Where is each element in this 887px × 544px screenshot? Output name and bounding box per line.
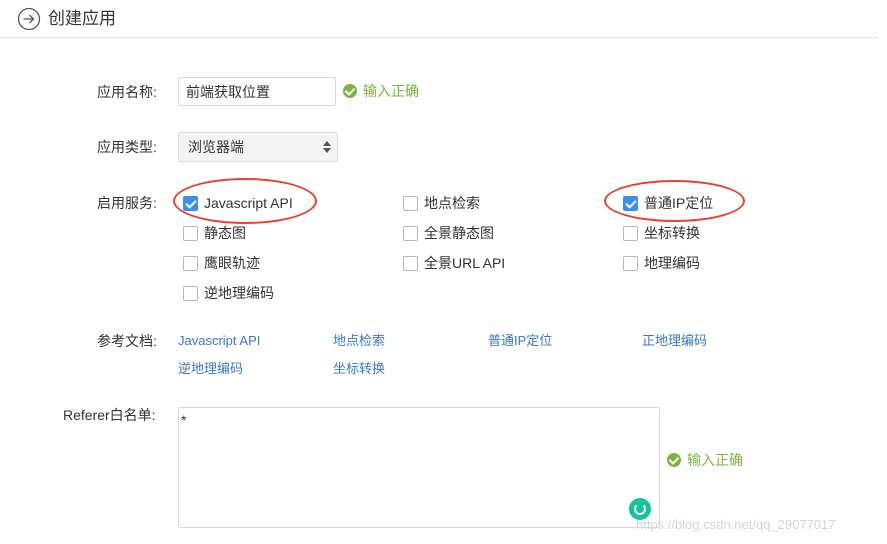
service-label: Javascript API bbox=[204, 195, 293, 211]
service-panorama-static[interactable]: 全景静态图 bbox=[403, 224, 494, 242]
service-label: 地点检索 bbox=[424, 195, 480, 211]
service-ip-location[interactable]: 普通IP定位 bbox=[623, 194, 713, 212]
service-label: 静态图 bbox=[204, 225, 246, 241]
select-arrows-icon bbox=[323, 141, 331, 153]
service-label: 普通IP定位 bbox=[644, 195, 714, 211]
checkbox-icon[interactable] bbox=[183, 225, 198, 241]
page-header: 创建应用 bbox=[0, 0, 878, 38]
doc-link-reverse-geocoding[interactable]: 逆地理编码 bbox=[178, 361, 243, 377]
checkbox-icon[interactable] bbox=[403, 255, 418, 271]
checkbox-icon[interactable] bbox=[623, 225, 638, 241]
service-label: 逆地理编码 bbox=[204, 285, 274, 301]
check-circle-icon bbox=[667, 453, 681, 467]
service-place-search[interactable]: 地点检索 bbox=[403, 194, 480, 212]
app-name-valid-msg: 输入正确 bbox=[343, 82, 419, 100]
doc-link-javascript-api[interactable]: Javascript API bbox=[178, 333, 260, 349]
checkbox-checked-icon[interactable] bbox=[183, 195, 198, 211]
checkbox-icon[interactable] bbox=[403, 225, 418, 241]
app-type-label: 应用类型: bbox=[97, 139, 157, 155]
check-circle-icon bbox=[343, 84, 357, 98]
service-static-map[interactable]: 静态图 bbox=[183, 224, 246, 242]
checkbox-checked-icon[interactable] bbox=[623, 195, 638, 211]
service-javascript-api[interactable]: Javascript API bbox=[183, 194, 293, 212]
app-type-selected-value: 浏览器端 bbox=[188, 139, 244, 155]
referer-valid-msg: 输入正确 bbox=[667, 451, 743, 469]
docs-label: 参考文档: bbox=[97, 333, 157, 349]
service-label: 全景URL API bbox=[424, 255, 506, 271]
service-label: 坐标转换 bbox=[644, 225, 700, 241]
referer-whitelist-textarea[interactable]: * bbox=[178, 407, 660, 528]
watermark: https://blog.csdn.net/qq_29077017 bbox=[636, 517, 836, 532]
service-label: 地理编码 bbox=[644, 255, 700, 271]
arrow-right-circle-icon[interactable] bbox=[17, 7, 41, 31]
service-reverse-geocoding[interactable]: 逆地理编码 bbox=[183, 284, 274, 302]
page-title: 创建应用 bbox=[48, 9, 116, 28]
app-type-select[interactable]: 浏览器端 bbox=[178, 132, 338, 162]
doc-link-ip-location[interactable]: 普通IP定位 bbox=[488, 333, 552, 349]
service-trace[interactable]: 鹰眼轨迹 bbox=[183, 254, 260, 272]
doc-link-place-search[interactable]: 地点检索 bbox=[333, 333, 385, 349]
service-geocoding[interactable]: 地理编码 bbox=[623, 254, 700, 272]
service-label: 鹰眼轨迹 bbox=[204, 255, 260, 271]
referer-valid-text: 输入正确 bbox=[687, 452, 743, 468]
app-name-label: 应用名称: bbox=[97, 84, 157, 100]
services-label: 启用服务: bbox=[97, 195, 157, 211]
app-name-input[interactable] bbox=[178, 77, 336, 106]
referer-label: Referer白名单: bbox=[63, 407, 156, 423]
service-coord-convert[interactable]: 坐标转换 bbox=[623, 224, 700, 242]
app-name-valid-text: 输入正确 bbox=[363, 83, 419, 99]
service-panorama-url[interactable]: 全景URL API bbox=[403, 254, 505, 272]
doc-link-coord-convert[interactable]: 坐标转换 bbox=[333, 361, 385, 377]
doc-link-geocoding[interactable]: 正地理编码 bbox=[642, 333, 707, 349]
checkbox-icon[interactable] bbox=[623, 255, 638, 271]
checkbox-icon[interactable] bbox=[183, 255, 198, 271]
service-label: 全景静态图 bbox=[424, 225, 494, 241]
checkbox-icon[interactable] bbox=[403, 195, 418, 211]
checkbox-icon[interactable] bbox=[183, 285, 198, 301]
